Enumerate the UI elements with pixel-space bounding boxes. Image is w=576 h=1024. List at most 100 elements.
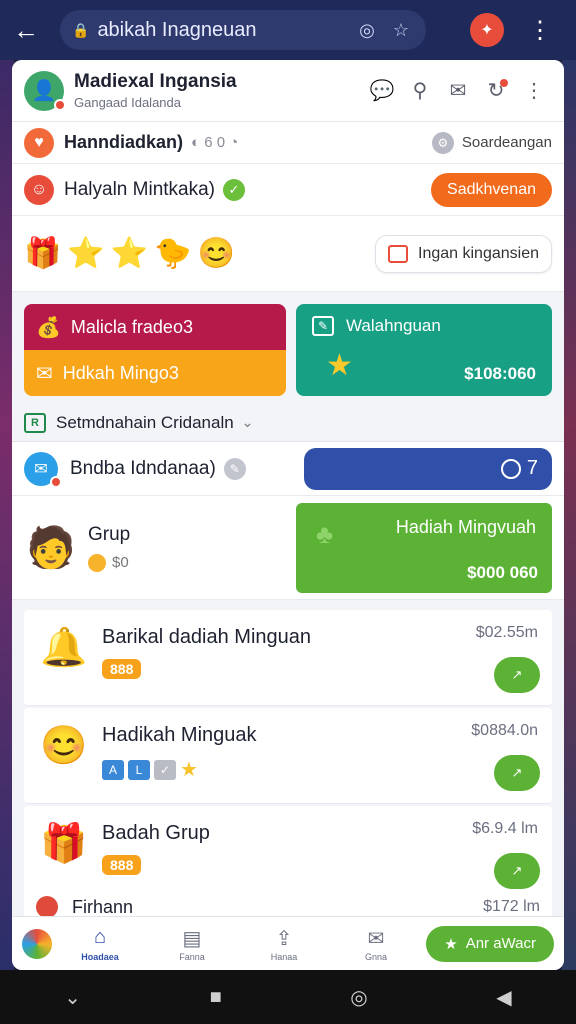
promo-card-right[interactable]: ✎ Walahnguan ★ $108:060 [296, 304, 552, 396]
timer-pill[interactable]: 7 [304, 447, 552, 490]
star-icon[interactable]: ⭐ [67, 236, 104, 271]
nav-label: Hoadaea [81, 951, 119, 962]
list-item-action-button[interactable]: ↗ [494, 755, 540, 791]
orange-action-button[interactable]: Sadkhvenan [431, 172, 552, 207]
notification-dot [50, 475, 62, 488]
notification-dot [54, 98, 66, 111]
chip-button[interactable]: Ingan kingansien [375, 234, 552, 273]
smiley-face-icon: 😊 [40, 725, 88, 767]
row-a-label: Hanndiadkan) [64, 132, 184, 152]
tag-check-icon: ✓ [154, 759, 176, 780]
promo-right-amount: $108:060 [464, 364, 536, 383]
app-logo-icon[interactable] [22, 928, 52, 959]
list-item-price: $0884.0n [471, 722, 538, 739]
kebab-menu-icon[interactable]: ⋮ [516, 73, 552, 109]
dropdown-label: Setmdnahain Cridanaln [56, 412, 234, 432]
flame-icon [36, 896, 58, 918]
row-d-label: Bndba Idndanaa) [70, 457, 216, 479]
recent-apps-icon[interactable]: ■ [210, 986, 222, 1009]
star-icon: ★ [180, 759, 198, 781]
weekly-reward-title: Hadiah Mingvuah [395, 516, 536, 537]
nav-label: Fanna [179, 951, 205, 962]
bird-icon[interactable]: 🐤 [154, 236, 191, 271]
document-icon: ▤ [182, 927, 202, 950]
settings-icon: ⚙ [431, 131, 454, 154]
back-arrow-icon[interactable]: ← [10, 14, 42, 46]
list-item-title: Hadikah Minguak [102, 724, 257, 746]
peek-title: Firhann [72, 896, 134, 917]
row-rewards-summary[interactable]: ♥ Hanndiadkan) ◐ 6 0 ◔ ⚙ Soardeangan [12, 122, 564, 164]
avatar[interactable]: 👤 [24, 70, 66, 111]
search-icon[interactable]: ⚲ [402, 73, 438, 109]
group-coin-text: $0 [112, 554, 129, 571]
nav-notifications[interactable]: ✉ Gnna [332, 926, 420, 962]
promo-card-left-bottom[interactable]: ✉ Hdkah Mingo3 [24, 350, 286, 396]
chat-icon[interactable]: 💬 [364, 73, 400, 109]
row-profile-status: ☺ Halyaln Mintkaka) ✓ Sadkhvenan [12, 164, 564, 216]
page-subtitle: Gangaad Idalanda [74, 95, 181, 110]
weekly-reward-amount: $000 060 [467, 562, 538, 582]
tag-blue-icon: L [128, 759, 150, 780]
star-badge-icon: ★ [326, 349, 353, 382]
group-coin: $0 [88, 553, 130, 572]
weekly-reward-card[interactable]: ♣ Hadiah Mingvuah $000 060 [296, 502, 552, 593]
mail-icon[interactable]: ✉ [440, 73, 476, 109]
promo-card-left-top[interactable]: 💰 Malicla fradeo3 [24, 304, 286, 350]
chest-icon: 🎁 [40, 823, 88, 865]
refresh-icon[interactable]: ↻ [478, 73, 514, 109]
list-item-action-button[interactable]: ↗ [494, 657, 540, 693]
edit-pencil-icon[interactable]: ✎ [223, 457, 246, 480]
nav-label: Hanaa [270, 951, 298, 962]
bottom-navigation: ⌂ Hoadaea ▤ Fanna ⇪ Hanaa ✉ Gnna ★ Anr a… [12, 916, 564, 970]
cta-button[interactable]: ★ Anr aWacr [426, 925, 554, 962]
row-timer: ✉ Bndba Idndanaa) ✎ 7 [12, 442, 564, 496]
smiley-icon: ☺ [24, 174, 54, 205]
list-item-title: Badah Grup [102, 822, 210, 844]
promo-left-top-label: Malicla fradeo3 [70, 316, 193, 337]
star-bookmark-icon[interactable]: ☆ [388, 20, 414, 41]
emoji-strip: 🎁 ⭐ ⭐ 🐤 😊 [24, 236, 235, 271]
smiley-face-icon[interactable]: 😊 [197, 236, 234, 271]
app-header: 👤 Madiexal Ingansia Gangaad Idalanda 💬 ⚲… [12, 60, 564, 122]
star-icon[interactable]: ⭐ [111, 236, 148, 271]
page-title: Madiexal Ingansia [74, 71, 237, 92]
reload-icon[interactable]: ◎ [354, 20, 380, 41]
promo-card-left[interactable]: 💰 Malicla fradeo3 ✉ Hdkah Mingo3 [24, 304, 286, 396]
tag-badge: 888 [102, 855, 142, 875]
promo-right-title: Walahnguan [346, 316, 441, 335]
chevron-down-icon[interactable]: ⌄ [64, 985, 81, 1010]
system-navigation-bar: ⌄ ■ ◎ ◀ [0, 970, 576, 1024]
row-a-right[interactable]: ⚙ Soardeangan [431, 131, 552, 154]
gift-icon[interactable]: 🎁 [24, 236, 61, 271]
group-title: Grup [88, 523, 131, 545]
nav-label: Gnna [364, 951, 388, 962]
inbox-icon: ✉ [367, 927, 385, 950]
image-icon [388, 244, 409, 263]
browser-toolbar: ← 🔒 abikah Inagneuan ◎ ☆ ✦ ⋮ [0, 0, 576, 60]
background-right [562, 60, 576, 970]
more-menu-icon[interactable]: ⋮ [528, 16, 552, 45]
row-emoji-rewards: 🎁 ⭐ ⭐ 🐤 😊 Ingan kingansien [12, 216, 564, 292]
url-bar[interactable]: 🔒 abikah Inagneuan ◎ ☆ [60, 10, 426, 50]
list-item-action-button[interactable]: ↗ [494, 853, 540, 889]
back-triangle-icon[interactable]: ◀ [496, 985, 511, 1010]
nav-documents[interactable]: ▤ Fanna [148, 926, 236, 962]
promo-left-bottom-label: Hdkah Mingo3 [62, 362, 179, 383]
bell-icon: 🔔 [40, 627, 88, 669]
home-circle-icon[interactable]: ◎ [350, 985, 367, 1010]
nav-share[interactable]: ⇪ Hanaa [240, 926, 328, 962]
list-item[interactable]: 🔔 Barikal dadiah Minguan 888 $02.55m ↗ [24, 610, 552, 706]
list-item-title: Barikal dadiah Minguan [102, 626, 312, 648]
heart-icon: ♥ [24, 127, 54, 158]
promo-cards: 💰 Malicla fradeo3 ✉ Hdkah Mingo3 ✎ Walah… [12, 292, 564, 404]
extension-icon[interactable]: ✦ [470, 13, 504, 47]
coin-bag-icon: 💰 [36, 316, 61, 339]
list-item[interactable]: 😊 Hadikah Minguak A L ✓ ★ $0884.0n ↗ [24, 708, 552, 804]
group-row: 🧑 Grup $0 ♣ Hadiah Mingvuah $000 060 [12, 496, 564, 600]
list-item[interactable]: 🎁 Badah Grup 888 $6.9.4 lm ↗ [24, 806, 552, 902]
nav-home[interactable]: ⌂ Hoadaea [56, 926, 144, 962]
category-dropdown[interactable]: R Setmdnahain Cridanaln ⌄ [12, 404, 564, 442]
list-item-price: $02.55m [475, 624, 538, 641]
envelope-icon: ✉ [36, 362, 53, 385]
verified-check-icon: ✓ [223, 178, 245, 201]
